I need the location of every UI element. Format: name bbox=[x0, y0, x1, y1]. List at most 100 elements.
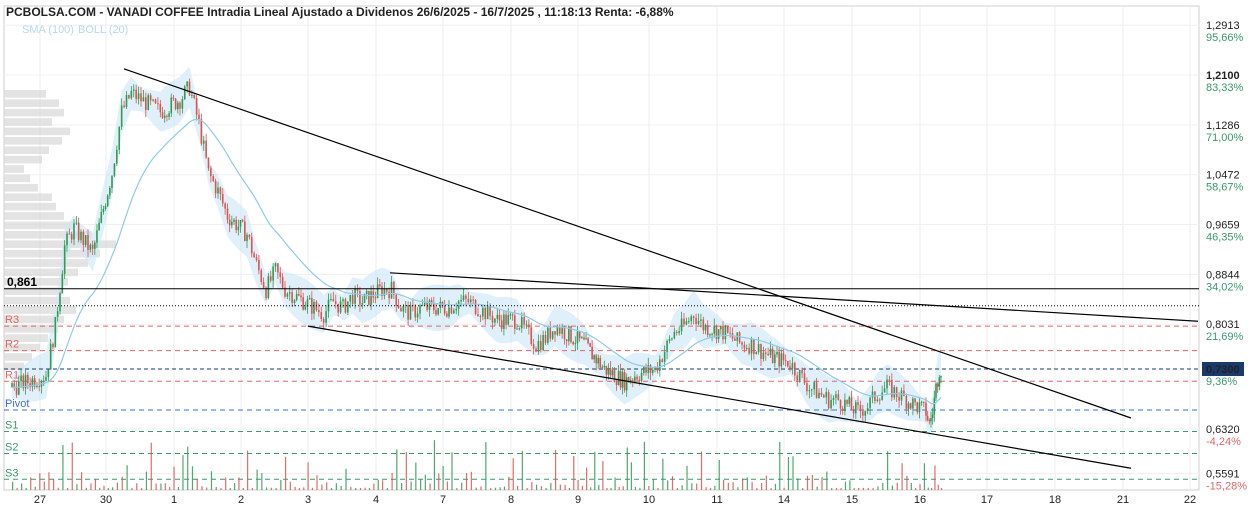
candle-body bbox=[507, 314, 510, 325]
candle-body bbox=[267, 276, 270, 299]
candle-body bbox=[149, 95, 152, 101]
candle-body bbox=[640, 373, 643, 381]
candle-body bbox=[359, 291, 361, 305]
volume-bar bbox=[639, 487, 641, 490]
candle-body bbox=[465, 295, 467, 299]
volume-bar bbox=[652, 479, 654, 490]
candle-body bbox=[486, 305, 489, 320]
candle-body bbox=[912, 398, 914, 409]
volume-bar bbox=[564, 484, 566, 490]
candle-body bbox=[589, 343, 591, 347]
candle-body bbox=[210, 168, 212, 177]
volume-bar bbox=[550, 483, 552, 490]
candle-body bbox=[130, 90, 133, 99]
volume-bar bbox=[256, 469, 258, 490]
volume-bar bbox=[410, 481, 412, 490]
candle-body bbox=[253, 253, 255, 258]
volume-bar bbox=[131, 487, 133, 490]
candle-body bbox=[778, 352, 780, 367]
candle-body bbox=[789, 366, 791, 369]
volume-bar bbox=[438, 473, 440, 490]
volume-bar bbox=[485, 442, 487, 490]
candle-body bbox=[318, 310, 320, 313]
candle-body bbox=[729, 332, 731, 334]
volume-bar bbox=[590, 487, 592, 490]
candle-body bbox=[226, 208, 229, 220]
candle-body bbox=[339, 301, 342, 313]
volume-bar bbox=[919, 484, 921, 490]
candle-body bbox=[128, 95, 130, 99]
candle-body bbox=[450, 307, 453, 314]
marker-label: 0,861 bbox=[7, 275, 37, 289]
candle-body bbox=[871, 391, 874, 398]
candle-body bbox=[891, 379, 893, 398]
volume-bar bbox=[751, 481, 753, 490]
candle-body bbox=[298, 293, 300, 296]
profile-bar bbox=[4, 202, 56, 211]
volume-bar bbox=[614, 477, 616, 490]
candle-body bbox=[104, 205, 107, 209]
candle-body bbox=[281, 276, 284, 288]
candle-body bbox=[94, 242, 96, 249]
candle-body bbox=[186, 81, 188, 87]
volume-bar bbox=[270, 487, 272, 490]
candle-body bbox=[198, 114, 200, 120]
profile-bar bbox=[4, 193, 52, 201]
candle-body bbox=[539, 340, 542, 351]
profile-bar bbox=[4, 155, 42, 164]
volume-bar bbox=[16, 487, 18, 490]
candle-body bbox=[467, 298, 470, 303]
candle-body bbox=[636, 376, 638, 380]
stock-chart: R3 R2 R1 Pivot S1 S2 S3 0,861 27 30 1 2 3 4 7 8 9 10 11 1… bbox=[0, 0, 1257, 512]
candle-body bbox=[288, 292, 291, 294]
candle-body bbox=[734, 338, 736, 341]
candle-body bbox=[500, 320, 503, 329]
candle-body bbox=[925, 402, 927, 416]
candle-body bbox=[909, 403, 912, 409]
level-label-s3: S3 bbox=[5, 467, 18, 479]
volume-bar bbox=[779, 441, 781, 490]
volume-bar bbox=[746, 477, 748, 490]
candle-body bbox=[663, 352, 666, 362]
volume-bar bbox=[594, 451, 596, 490]
candle-body bbox=[695, 317, 697, 324]
candle-body bbox=[47, 369, 50, 378]
candle-body bbox=[448, 307, 450, 317]
volume-bar bbox=[433, 440, 436, 490]
candle-body bbox=[494, 318, 496, 323]
profile-bar bbox=[4, 306, 76, 314]
candle-body bbox=[551, 331, 554, 339]
candle-body bbox=[177, 102, 179, 110]
volume-bar bbox=[867, 487, 869, 490]
volume-bar bbox=[169, 487, 171, 490]
candle-body bbox=[813, 382, 815, 390]
candle-body bbox=[645, 366, 647, 373]
volume-bar bbox=[540, 486, 542, 490]
volume-bar bbox=[330, 487, 333, 490]
volume-bar bbox=[531, 482, 533, 490]
candle-body bbox=[77, 222, 80, 241]
volume-bar bbox=[606, 487, 608, 490]
volume-bar bbox=[298, 487, 301, 490]
candle-body bbox=[700, 319, 702, 321]
candle-body bbox=[235, 219, 237, 231]
candle-body bbox=[63, 245, 66, 274]
volume-bar bbox=[294, 486, 296, 490]
candle-body bbox=[671, 338, 673, 340]
candle-body bbox=[224, 203, 226, 209]
candle-body bbox=[820, 392, 823, 396]
candle-body bbox=[313, 301, 315, 314]
candle-body bbox=[120, 105, 123, 127]
volume-bar bbox=[155, 483, 157, 490]
candle-body bbox=[302, 297, 304, 310]
x-tick-label: 18 bbox=[1049, 494, 1061, 506]
volume-bar bbox=[424, 474, 426, 490]
candle-body bbox=[706, 324, 709, 336]
candle-body bbox=[760, 344, 762, 359]
candle-body bbox=[597, 357, 600, 364]
candle-body bbox=[675, 331, 678, 333]
candle-body bbox=[372, 291, 375, 298]
candle-body bbox=[491, 315, 494, 323]
candle-body bbox=[750, 339, 753, 354]
candle-body bbox=[769, 348, 772, 356]
